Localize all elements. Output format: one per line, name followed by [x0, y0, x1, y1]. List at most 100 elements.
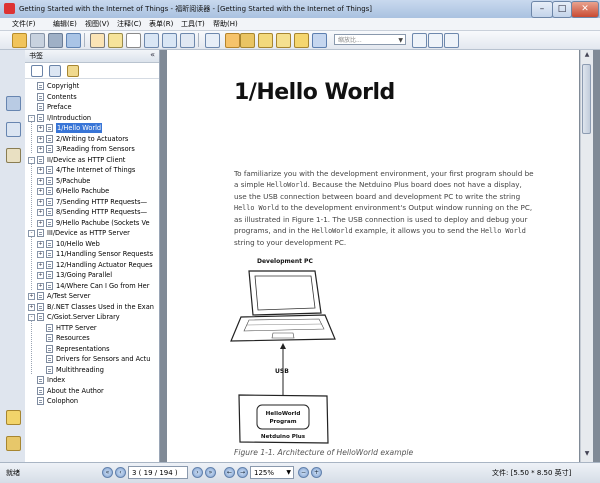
expand-icon[interactable]: +	[37, 135, 44, 143]
image-select-icon[interactable]	[162, 33, 177, 48]
bookmark-label: Drivers for Sensors and Actu	[56, 355, 151, 363]
vertical-scrollbar[interactable]: ▲ ▼	[580, 50, 593, 462]
bookmark-label: 10/Hello Web	[56, 239, 100, 248]
scroll-thumb[interactable]	[582, 64, 591, 134]
expand-icon[interactable]: +	[37, 272, 44, 279]
expand-icon[interactable]: +	[37, 125, 44, 132]
bookmark-page-icon	[46, 145, 53, 153]
expand-icon[interactable]: +	[37, 240, 44, 248]
text-select-icon[interactable]	[180, 33, 195, 48]
bookmark-page-icon	[46, 334, 53, 342]
expand-icon[interactable]: +	[37, 209, 44, 216]
next-page-icon[interactable]: ›	[192, 467, 203, 478]
app-icon	[4, 3, 15, 14]
toolbar-separator	[84, 33, 85, 47]
snapshot-icon[interactable]	[144, 33, 159, 48]
forward-icon[interactable]: →	[237, 467, 248, 478]
bookmark-page-icon	[37, 313, 44, 321]
expand-icon[interactable]: +	[37, 177, 44, 185]
inline-code: Hello World	[480, 227, 526, 235]
collapse-icon[interactable]: -	[28, 230, 35, 237]
menu-tools[interactable]: 工具(T)	[181, 19, 205, 29]
collapse-icon[interactable]: -	[28, 156, 35, 164]
prev-page-icon[interactable]: ‹	[115, 467, 126, 478]
expand-icon[interactable]: +	[37, 167, 44, 174]
typewriter-icon[interactable]	[205, 33, 220, 48]
arrow-tool-icon[interactable]	[312, 33, 327, 48]
collapse-panel-icon[interactable]: «	[150, 50, 155, 59]
menu-form[interactable]: 表单(R)	[149, 19, 173, 29]
bookmark-page-icon	[46, 250, 53, 258]
select-text-icon[interactable]	[108, 33, 123, 48]
bookmark-page-icon	[37, 397, 44, 405]
attachment-icon[interactable]	[6, 436, 21, 451]
last-page-icon[interactable]: »	[205, 467, 216, 478]
delete-bookmark-icon[interactable]	[31, 65, 43, 77]
expand-icon[interactable]: +	[28, 293, 35, 300]
zoom-level-field[interactable]: 125% ▼	[250, 466, 294, 479]
back-icon[interactable]: ←	[224, 467, 235, 478]
expand-icon[interactable]: +	[37, 188, 44, 195]
bookmark-label: Preface	[47, 103, 72, 111]
email-icon[interactable]	[66, 33, 81, 48]
bookmarks-panel-title: 书签	[29, 52, 43, 60]
first-page-icon[interactable]: «	[102, 467, 113, 478]
zoom-in-status-icon[interactable]: +	[311, 467, 322, 478]
print-icon[interactable]	[48, 33, 63, 48]
zoom-in-icon[interactable]	[412, 33, 427, 48]
bookmark-page-icon	[46, 239, 53, 248]
sticky-note-icon[interactable]	[276, 33, 291, 48]
architecture-figure: Development PC USB HelloWorld Program Ne…	[230, 258, 336, 444]
menu-bar: 文件(F) 编辑(E) 视图(V) 注释(C) 表单(R) 工具(T) 帮助(H…	[0, 18, 600, 31]
new-bookmark-icon[interactable]	[49, 65, 61, 77]
zoom-select[interactable]: 缩放比... ▼	[334, 34, 406, 45]
window-title: Getting Started with the Internet of Thi…	[19, 5, 373, 13]
expand-icon[interactable]: +	[28, 303, 35, 311]
collapse-icon[interactable]: -	[28, 114, 35, 122]
expand-icon[interactable]: +	[37, 261, 44, 269]
menu-help[interactable]: 帮助(H)	[213, 19, 238, 29]
magnifier-icon[interactable]	[444, 33, 459, 48]
minimize-button[interactable]: –	[531, 1, 553, 18]
expand-icon[interactable]: +	[37, 146, 44, 153]
expand-icon[interactable]: +	[37, 219, 44, 227]
expand-icon[interactable]: +	[37, 282, 44, 290]
maximize-button[interactable]: □	[552, 1, 572, 18]
bookmark-label: 3/Reading from Sensors	[56, 145, 135, 153]
comments-tab-icon[interactable]	[6, 148, 21, 163]
bookmark-label: About the Author	[47, 386, 104, 395]
hand-tool-icon[interactable]	[90, 33, 105, 48]
note-icon[interactable]	[240, 33, 255, 48]
comment-icon[interactable]	[294, 33, 309, 48]
expand-icon[interactable]: +	[37, 198, 44, 206]
title-bar: Getting Started with the Internet of Thi…	[0, 0, 600, 19]
bookmark-page-icon	[46, 355, 53, 363]
menu-view[interactable]: 视图(V)	[85, 19, 109, 29]
expand-bookmark-icon[interactable]	[67, 65, 79, 77]
menu-file[interactable]: 文件(F)	[12, 19, 36, 29]
status-ready: 就绪	[6, 469, 20, 477]
pages-tab-icon[interactable]	[6, 122, 21, 137]
page-number-field[interactable]: 3 ( 19 / 194 )	[128, 466, 188, 479]
scroll-up-icon[interactable]: ▲	[582, 51, 592, 62]
bookmark-page-icon	[46, 323, 53, 332]
edit-note-icon[interactable]	[258, 33, 273, 48]
tree-guide-line	[31, 121, 32, 153]
close-button[interactable]: ✕	[571, 1, 599, 18]
bookmarks-tab-icon[interactable]	[6, 96, 21, 111]
bookmark-page-icon	[46, 134, 53, 143]
collapse-icon[interactable]: -	[28, 314, 35, 321]
notes-tab-icon[interactable]	[6, 410, 21, 425]
menu-comment[interactable]: 注释(C)	[117, 19, 141, 29]
save-icon[interactable]	[30, 33, 45, 48]
pointer-icon[interactable]	[126, 33, 141, 48]
fit-page-icon[interactable]	[428, 33, 443, 48]
file-size: 文件: [5.50 * 8.50 英寸]	[492, 469, 572, 477]
open-folder-icon[interactable]	[12, 33, 27, 48]
scroll-down-icon[interactable]: ▼	[582, 450, 592, 461]
zoom-out-icon[interactable]: −	[298, 467, 309, 478]
expand-icon[interactable]: +	[37, 251, 44, 258]
highlight-icon[interactable]	[225, 33, 240, 48]
menu-edit[interactable]: 编辑(E)	[53, 19, 77, 29]
bookmark-page-icon	[46, 176, 53, 185]
